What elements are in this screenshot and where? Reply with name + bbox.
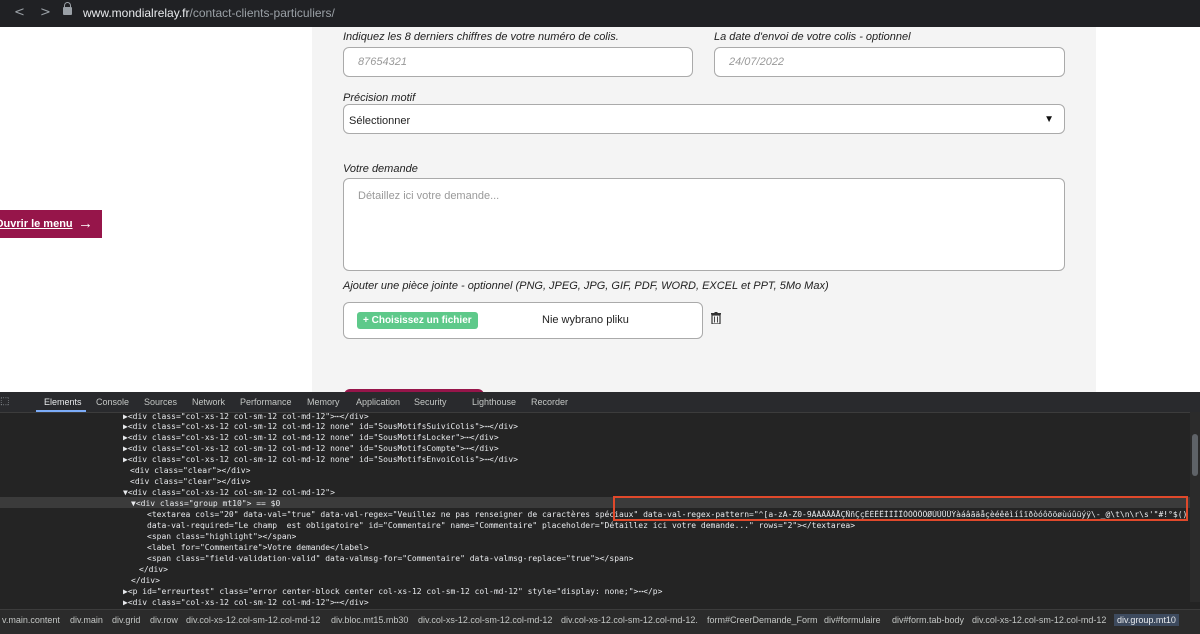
parcel-number-input[interactable]: 87654321 (343, 47, 693, 77)
no-file-text: Nie wybrano pliku (542, 314, 629, 326)
tab-memory[interactable]: Memory (307, 397, 340, 407)
lock-icon (63, 2, 72, 15)
tab-sources[interactable]: Sources (144, 397, 177, 407)
breadcrumb-item[interactable]: form#CreerDemande_Form (707, 615, 818, 625)
dom-line[interactable]: ▶<div class="col-xs-12 col-sm-12 col-md-… (123, 433, 499, 442)
attachment-label: Ajouter une pièce jointe - optionnel (PN… (343, 280, 829, 292)
tab-recorder[interactable]: Recorder (531, 397, 568, 407)
send-date-placeholder: 24/07/2022 (729, 56, 785, 68)
tab-application[interactable]: Application (356, 397, 400, 407)
breadcrumb-item[interactable]: div.col-xs-12.col-sm-12.col-md-12. (561, 615, 698, 625)
dom-line[interactable]: <span class="field-validation-valid" dat… (147, 554, 633, 563)
parcel-number-label: Indiquez les 8 derniers chiffres de votr… (343, 31, 619, 43)
devtools-tabbar: ⬚ Elements Console Sources Network Perfo… (0, 392, 1200, 413)
send-date-input[interactable]: 24/07/2022 (714, 47, 1065, 77)
dom-scrollbar[interactable] (1190, 412, 1200, 602)
breadcrumb-item-active[interactable]: div.group.mt10 (1114, 614, 1179, 626)
dom-line[interactable]: <div class="clear"></div> (130, 477, 250, 486)
dom-line[interactable]: ▶<div class="col-xs-12 col-sm-12 col-md-… (123, 455, 518, 464)
address-bar[interactable]: www.mondialrelay.fr/contact-clients-part… (83, 6, 335, 20)
breadcrumb-item[interactable]: v.main.content (2, 615, 60, 625)
tab-security[interactable]: Security (414, 397, 447, 407)
dom-line[interactable]: ▶<div class="col-xs-12 col-sm-12 col-md-… (123, 412, 369, 421)
request-label: Votre demande (343, 163, 418, 175)
breadcrumb-item[interactable]: div.row (150, 615, 178, 625)
request-textarea[interactable]: Détaillez ici votre demande... (343, 178, 1065, 271)
dom-line[interactable]: ▶<div class="col-xs-12 col-sm-12 col-md-… (123, 444, 499, 453)
arrow-right-icon: → (78, 215, 93, 232)
scrollbar-thumb[interactable] (1192, 434, 1198, 476)
trash-icon[interactable] (711, 312, 721, 324)
dom-line[interactable]: ▼<div class="col-xs-12 col-sm-12 col-md-… (123, 488, 335, 497)
dom-line-textarea-cont[interactable]: data-val-required="Le champ est obligato… (147, 521, 1187, 530)
dom-line[interactable]: <div class="clear"></div> (130, 466, 250, 475)
forward-icon[interactable]: > (40, 5, 51, 20)
request-placeholder: Détaillez ici votre demande... (358, 190, 500, 202)
open-menu-button[interactable]: Ouvrir le menu → (0, 210, 102, 238)
back-icon[interactable]: < (14, 5, 25, 20)
regex-pattern-highlight-box (613, 496, 1188, 521)
reason-selected-value: Sélectionner (349, 115, 411, 127)
dom-line[interactable]: <span class="highlight"></span> (147, 532, 296, 541)
tab-console[interactable]: Console (96, 397, 129, 407)
open-menu-label: Ouvrir le menu (0, 218, 73, 230)
breadcrumb-item[interactable]: div#formulaire (824, 615, 881, 625)
dom-line-selected[interactable]: ▼<div class="group mt10"> == $0 (131, 499, 280, 508)
tab-lighthouse[interactable]: Lighthouse (472, 397, 516, 407)
dom-line[interactable]: <label for="Commentaire">Votre demande</… (147, 543, 369, 552)
dom-line[interactable]: </div> (131, 576, 160, 585)
dom-line[interactable]: ▶<p id="erreurtest" class="error center-… (123, 587, 662, 596)
breadcrumb-item[interactable]: div.main (70, 615, 103, 625)
tab-network[interactable]: Network (192, 397, 225, 407)
inspect-icon[interactable]: ⬚ (0, 396, 9, 407)
parcel-number-placeholder: 87654321 (358, 56, 407, 68)
browser-toolbar: < > www.mondialrelay.fr/contact-clients-… (0, 0, 1200, 27)
url-path: /contact-clients-particuliers/ (189, 6, 335, 20)
breadcrumb-item[interactable]: div#form.tab-body (892, 615, 964, 625)
choose-file-button[interactable]: + Choisissez un fichier (357, 312, 478, 329)
dom-line[interactable]: </div> (139, 565, 168, 574)
breadcrumb-item[interactable]: div.bloc.mt15.mb30 (331, 615, 408, 625)
url-host: www.mondialrelay.fr (83, 6, 190, 20)
file-upload-field[interactable]: + Choisissez un fichier Nie wybrano plik… (343, 302, 703, 339)
breadcrumb-item[interactable]: div.col-xs-12.col-sm-12.col-md-12 (972, 615, 1106, 625)
breadcrumb-item[interactable]: div.col-xs-12.col-sm-12.col-md-12 (418, 615, 552, 625)
reason-select[interactable]: Sélectionner ▼ (343, 104, 1065, 134)
breadcrumb-item[interactable]: div.grid (112, 615, 140, 625)
tab-elements[interactable]: Elements (44, 397, 82, 407)
dom-line[interactable]: ▶<div class="col-xs-12 col-sm-12 col-md-… (123, 422, 518, 431)
tab-performance[interactable]: Performance (240, 397, 292, 407)
dom-line[interactable]: ▶<div class="col-xs-12 col-sm-12 col-md-… (123, 598, 369, 607)
web-page: Indiquez les 8 derniers chiffres de votr… (0, 27, 1200, 392)
breadcrumb: v.main.content div.main div.grid div.row… (0, 609, 1200, 634)
breadcrumb-item[interactable]: div.col-xs-12.col-sm-12.col-md-12 (186, 615, 320, 625)
caret-down-icon: ▼ (1044, 114, 1054, 125)
reason-label: Précision motif (343, 92, 416, 104)
send-date-label: La date d'envoi de votre colis - optionn… (714, 31, 911, 43)
